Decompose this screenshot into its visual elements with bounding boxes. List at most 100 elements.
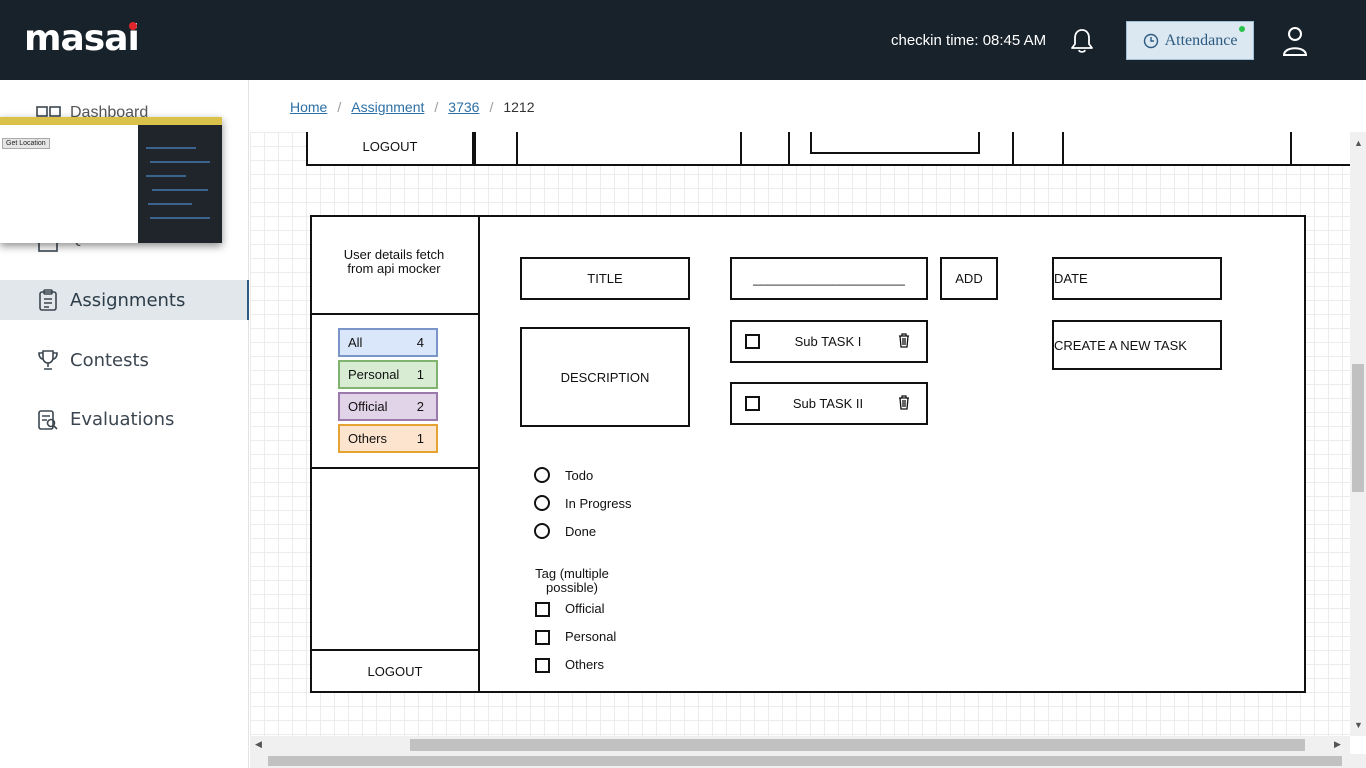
wf-description: DESCRIPTION	[560, 369, 650, 385]
wf-checkbox	[535, 602, 550, 617]
sidebar-item-evaluations[interactable]: Evaluations	[0, 399, 249, 439]
code-line	[146, 175, 186, 177]
wf-status-done: Done	[565, 524, 597, 539]
scroll-right-arrow[interactable]: ▶	[1334, 739, 1341, 750]
wf-tag-all: All 4	[338, 328, 438, 357]
tag-label: Official	[348, 399, 388, 414]
wf-radio	[534, 467, 550, 483]
page-horizontal-scroll-thumb[interactable]	[268, 756, 1342, 766]
wf-subtask-1: Sub TASK I	[794, 334, 862, 349]
horizontal-scrollbar[interactable]: ◀ ▶	[250, 736, 1350, 754]
wf-checkbox	[535, 658, 550, 673]
sidebar-item-label: Contests	[70, 349, 149, 371]
wf-divider	[740, 132, 742, 166]
wf-tag-heading: Tag (multiple possible)	[535, 566, 609, 595]
wf-checkbox	[745, 334, 760, 349]
sidebar-item-label: Evaluations	[70, 408, 175, 430]
code-line	[146, 147, 196, 149]
wf-create: CREATE A NEW TASK	[1054, 337, 1187, 353]
tag-count: 2	[416, 399, 424, 414]
vertical-scroll-thumb[interactable]	[1352, 364, 1364, 492]
tag-label: Personal	[348, 367, 400, 382]
breadcrumb: Home / Assignment / 3736 / 1212	[290, 99, 535, 115]
wf-input-line: _____________________	[753, 271, 905, 286]
vertical-scrollbar[interactable]: ▲ ▼	[1350, 132, 1366, 736]
wf-date: DATE	[1054, 271, 1088, 286]
wf-add: ADD	[955, 271, 983, 286]
wf-tag-personal: Personal 1	[338, 360, 438, 389]
wf-divider	[1062, 132, 1064, 166]
tag-label: All	[348, 335, 363, 350]
attendance-label: Attendance	[1164, 31, 1238, 49]
preview-pane: Get Location	[0, 125, 138, 243]
wf-tag-option-personal: Personal	[565, 629, 617, 644]
wf-status-inprogress: In Progress	[565, 496, 632, 511]
masai-logo[interactable]: masai	[24, 18, 140, 59]
breadcrumb-assignment[interactable]: Assignment	[351, 99, 424, 115]
screen-preview-popup[interactable]: Get Location	[0, 117, 222, 243]
wf-sidebar-divider	[478, 215, 480, 693]
wf-tag-official: Official 2	[338, 392, 438, 421]
wf-divider	[788, 132, 790, 166]
wf-checkbox	[535, 630, 550, 645]
wf-tag-others: Others 1	[338, 424, 438, 453]
wf-tag-option-others: Others	[565, 657, 605, 672]
clock-icon	[1143, 33, 1158, 48]
trophy-icon	[38, 350, 58, 370]
tag-label: Others	[348, 431, 388, 446]
wf-hline	[310, 649, 480, 651]
logo-text: masai	[24, 18, 140, 59]
wf-top-inner-box	[810, 132, 980, 154]
status-dot	[1239, 26, 1245, 32]
code-line	[150, 217, 210, 219]
trash-icon	[899, 333, 909, 348]
clipboard-icon	[39, 289, 57, 311]
code-line	[148, 203, 192, 205]
sidebar-item-label: Assignments	[70, 289, 186, 311]
breadcrumb-id[interactable]: 3736	[448, 99, 479, 115]
attendance-button[interactable]: Attendance	[1126, 21, 1254, 60]
wf-hline	[310, 467, 480, 469]
wf-subtask-2: Sub TASK II	[792, 396, 864, 411]
wf-divider	[1290, 132, 1292, 166]
trash-icon	[899, 395, 909, 410]
scroll-down-arrow[interactable]: ▼	[1354, 720, 1363, 730]
top-navbar: masai checkin time: 08:45 AM Attendance	[0, 0, 1366, 80]
wf-logout: LOGOUT	[367, 663, 423, 679]
wf-hline	[310, 313, 480, 315]
wf-user-details: User details fetch from api mocker	[343, 247, 445, 276]
scroll-up-arrow[interactable]: ▲	[1354, 138, 1363, 148]
wf-divider	[516, 132, 518, 166]
code-line	[150, 161, 210, 163]
wf-radio	[534, 523, 550, 539]
code-line	[152, 189, 208, 191]
breadcrumb-home[interactable]: Home	[290, 99, 327, 115]
sidebar-item-contests[interactable]: Contests	[0, 340, 249, 380]
bell-icon[interactable]	[1068, 27, 1096, 55]
wf-divider	[1012, 132, 1014, 166]
horizontal-scroll-thumb[interactable]	[410, 739, 1305, 751]
wf-top-logout: LOGOUT	[362, 138, 418, 154]
checkin-time: checkin time: 08:45 AM	[891, 32, 1047, 49]
wf-checkbox	[745, 396, 760, 411]
breadcrumb-separator: /	[434, 99, 439, 115]
breadcrumb-separator: /	[337, 99, 342, 115]
page-horizontal-scrollbar[interactable]	[250, 754, 1366, 768]
browser-tab-bar	[0, 117, 222, 125]
scroll-left-arrow[interactable]: ◀	[255, 739, 262, 750]
wf-status-todo: Todo	[565, 468, 594, 483]
user-icon[interactable]	[1282, 26, 1308, 56]
sidebar-item-assignments-active[interactable]: Assignments	[0, 280, 249, 320]
tag-count: 4	[416, 335, 424, 350]
get-location-button[interactable]: Get Location	[2, 138, 50, 149]
tag-count: 1	[416, 367, 424, 382]
breadcrumb-separator: /	[489, 99, 494, 115]
wf-title: TITLE	[587, 271, 623, 286]
breadcrumb-current: 1212	[503, 99, 535, 115]
wf-radio	[534, 495, 550, 511]
tag-count: 1	[416, 431, 424, 446]
evaluation-icon	[38, 410, 58, 430]
wireframe-image: LOGOUT User details fetch from api mocke…	[250, 132, 1350, 736]
logo-dot	[128, 22, 137, 30]
wf-tag-option-official: Official	[565, 601, 605, 616]
